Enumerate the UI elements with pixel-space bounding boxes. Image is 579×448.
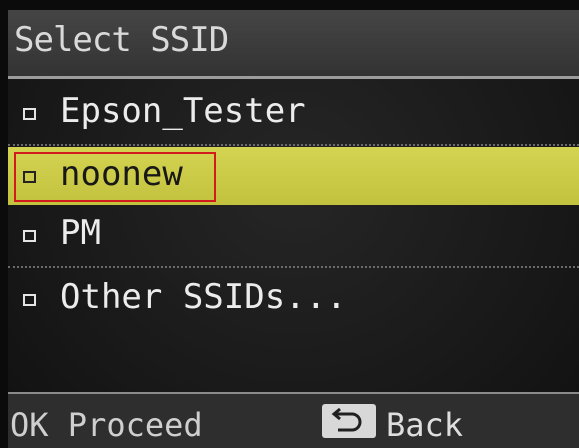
back-button[interactable]: Back	[322, 402, 464, 444]
lcd-screen: Select SSID Epson_Tester noonew PM Other…	[8, 10, 579, 448]
footer-bar: OK Proceed Back	[8, 394, 579, 448]
ssid-item-label: Epson_Tester	[60, 91, 306, 131]
title-divider	[8, 76, 579, 79]
title-bar: Select SSID	[8, 10, 579, 76]
back-label: Back	[386, 406, 464, 444]
list-divider	[8, 266, 579, 268]
ssid-item-label: PM	[60, 213, 101, 253]
page-title: Select SSID	[14, 20, 229, 60]
list-divider	[8, 144, 579, 146]
ssid-item-other-ssids[interactable]: Other SSIDs...	[8, 270, 579, 328]
ssid-item-label: Other SSIDs...	[60, 277, 347, 317]
back-arrow-icon	[322, 404, 376, 438]
square-bullet-icon	[23, 230, 36, 242]
ssid-item-epson-tester[interactable]: Epson_Tester	[8, 84, 579, 142]
ok-proceed-button[interactable]: OK Proceed	[10, 406, 203, 444]
ssid-item-pm[interactable]: PM	[8, 206, 579, 264]
selection-annotation-box	[14, 152, 216, 202]
square-bullet-icon	[23, 294, 36, 306]
square-bullet-icon	[23, 108, 36, 120]
